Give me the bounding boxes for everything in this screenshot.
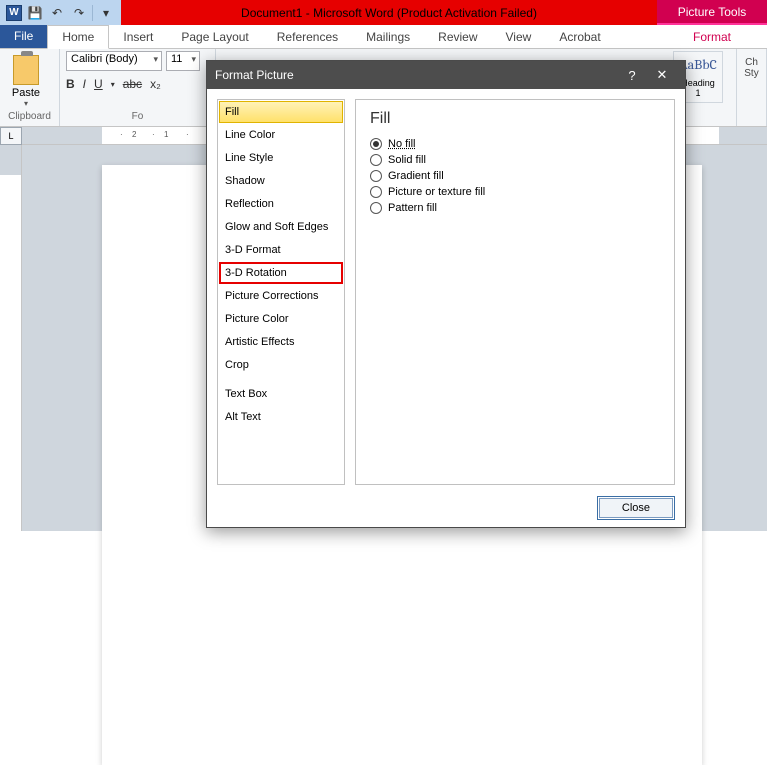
font-size-select[interactable]: 11 — [166, 51, 200, 71]
tab-view[interactable]: View — [492, 26, 546, 48]
category-fill[interactable]: Fill — [219, 101, 343, 123]
fill-panel: Fill No fill Solid fill Gradient fill Pi… — [355, 99, 675, 485]
dialog-title: Format Picture — [215, 68, 294, 82]
tab-mailings[interactable]: Mailings — [352, 26, 424, 48]
radio-icon — [370, 138, 382, 150]
clipboard-icon — [13, 55, 39, 85]
ribbon-tabs: File Home Insert Page Layout References … — [0, 25, 767, 49]
picture-tools-tab-header: Picture Tools — [657, 0, 767, 25]
tab-acrobat[interactable]: Acrobat — [545, 26, 614, 48]
radio-solid-fill[interactable]: Solid fill — [370, 154, 660, 166]
category-crop[interactable]: Crop — [219, 354, 343, 376]
category-artistic-effects[interactable]: Artistic Effects — [219, 331, 343, 353]
radio-no-fill[interactable]: No fill — [370, 138, 660, 150]
close-icon[interactable]: ✕ — [647, 67, 677, 83]
paste-button[interactable]: Paste ▾ — [6, 51, 46, 108]
category-line-style[interactable]: Line Style — [219, 147, 343, 169]
category-alt-text[interactable]: Alt Text — [219, 406, 343, 428]
radio-label: Picture or texture fill — [388, 186, 485, 198]
category-text-box[interactable]: Text Box — [219, 383, 343, 405]
undo-icon[interactable]: ↶ — [48, 4, 66, 22]
word-icon: W — [6, 5, 22, 21]
category-picture-color[interactable]: Picture Color — [219, 308, 343, 330]
tab-page-layout[interactable]: Page Layout — [167, 26, 262, 48]
close-button[interactable]: Close — [599, 498, 673, 518]
radio-label: Gradient fill — [388, 170, 444, 182]
dialog-titlebar[interactable]: Format Picture ? ✕ — [207, 61, 685, 89]
clipboard-group: Paste ▾ Clipboard — [0, 49, 60, 126]
dialog-footer: Close — [207, 489, 685, 527]
radio-gradient-fill[interactable]: Gradient fill — [370, 170, 660, 182]
bold-button[interactable]: B — [66, 77, 75, 91]
radio-label: Solid fill — [388, 154, 426, 166]
tab-file[interactable]: File — [0, 24, 47, 48]
qat-separator — [92, 5, 93, 21]
underline-dropdown-icon[interactable]: ▾ — [111, 80, 115, 89]
radio-icon — [370, 186, 382, 198]
category-3d-rotation[interactable]: 3-D Rotation — [219, 262, 343, 284]
title-bar: W 💾 ↶ ↷ ▾ Document1 - Microsoft Word (Pr… — [0, 0, 767, 25]
font-group: Calibri (Body) 11 B I U ▾ abc x₂ Fo — [60, 49, 216, 126]
category-reflection[interactable]: Reflection — [219, 193, 343, 215]
category-line-color[interactable]: Line Color — [219, 124, 343, 146]
qat-customize-icon[interactable]: ▾ — [97, 4, 115, 22]
category-list: Fill Line Color Line Style Shadow Reflec… — [217, 99, 345, 485]
paste-label: Paste — [12, 87, 40, 99]
clipboard-group-label: Clipboard — [6, 109, 53, 124]
change-styles-group[interactable]: Ch Sty — [737, 49, 767, 126]
strikethrough-button[interactable]: abc — [123, 77, 142, 91]
tab-insert[interactable]: Insert — [109, 26, 167, 48]
radio-label: Pattern fill — [388, 202, 437, 214]
font-name-select[interactable]: Calibri (Body) — [66, 51, 162, 71]
radio-pattern-fill[interactable]: Pattern fill — [370, 202, 660, 214]
underline-button[interactable]: U — [94, 77, 103, 91]
tab-review[interactable]: Review — [424, 26, 491, 48]
tab-references[interactable]: References — [263, 26, 352, 48]
tab-selector[interactable]: L — [0, 127, 22, 145]
category-3d-format[interactable]: 3-D Format — [219, 239, 343, 261]
vertical-ruler[interactable] — [0, 145, 22, 531]
subscript-button[interactable]: x₂ — [150, 77, 161, 91]
dialog-body: Fill Line Color Line Style Shadow Reflec… — [207, 89, 685, 489]
save-icon[interactable]: 💾 — [26, 4, 44, 22]
category-shadow[interactable]: Shadow — [219, 170, 343, 192]
radio-picture-texture-fill[interactable]: Picture or texture fill — [370, 186, 660, 198]
redo-icon[interactable]: ↷ — [70, 4, 88, 22]
tab-format[interactable]: Format — [657, 26, 767, 48]
panel-heading: Fill — [370, 110, 660, 128]
radio-icon — [370, 154, 382, 166]
font-group-label: Fo — [66, 109, 209, 124]
category-glow[interactable]: Glow and Soft Edges — [219, 216, 343, 238]
italic-button[interactable]: I — [83, 77, 86, 91]
tab-home[interactable]: Home — [47, 25, 109, 49]
radio-icon — [370, 170, 382, 182]
quick-access-toolbar: W 💾 ↶ ↷ ▾ — [0, 0, 121, 25]
radio-icon — [370, 202, 382, 214]
radio-label: No fill — [388, 138, 416, 150]
window-title: Document1 - Microsoft Word (Product Acti… — [121, 6, 657, 20]
category-picture-corrections[interactable]: Picture Corrections — [219, 285, 343, 307]
format-picture-dialog: Format Picture ? ✕ Fill Line Color Line … — [206, 60, 686, 528]
help-icon[interactable]: ? — [617, 68, 647, 83]
